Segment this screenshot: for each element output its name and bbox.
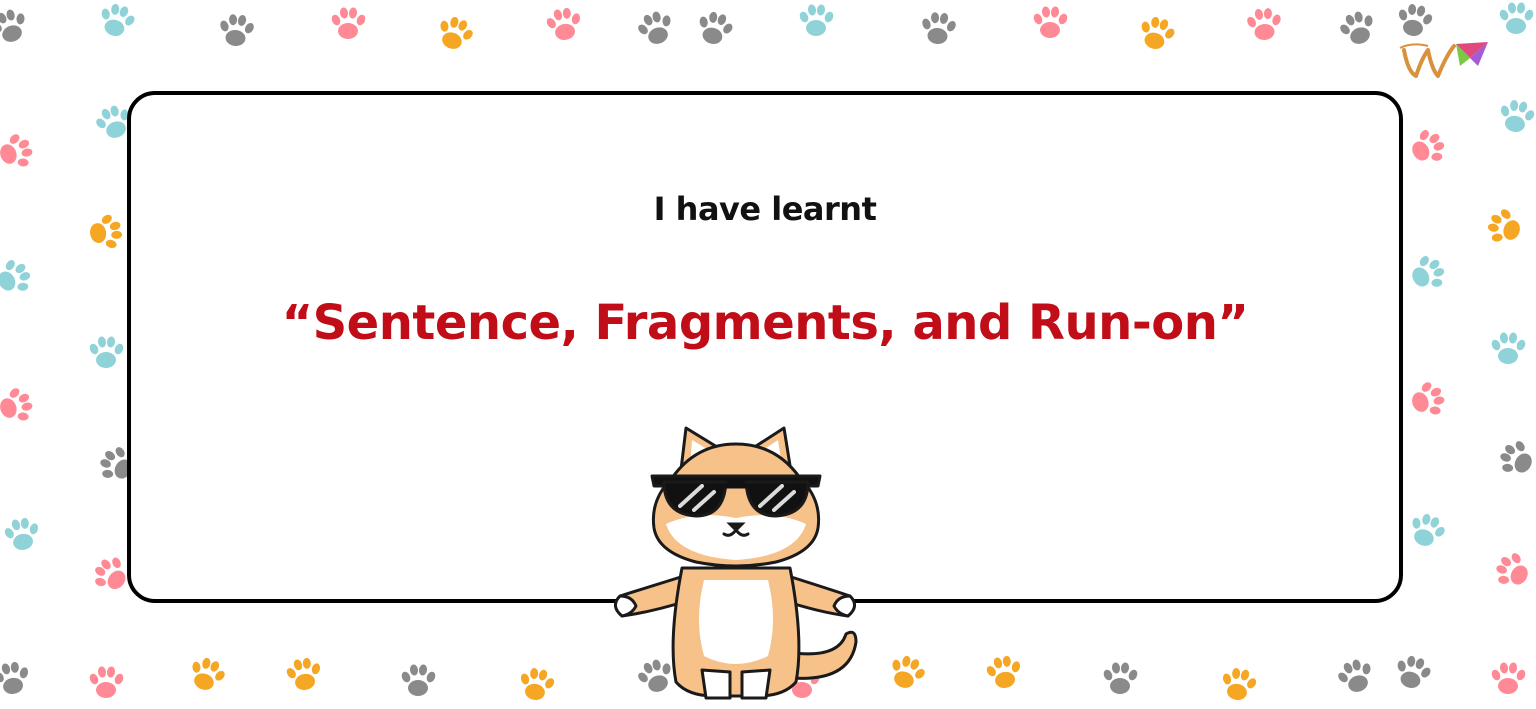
paw-print-icon	[0, 2, 36, 53]
paw-print-icon	[92, 0, 141, 46]
paw-print-icon	[1493, 95, 1536, 141]
paw-print-icon	[1132, 11, 1181, 60]
paw-print-icon	[880, 648, 931, 699]
paw-print-icon	[1491, 433, 1536, 488]
paw-print-icon	[1400, 374, 1451, 425]
paw-print-icon	[1100, 660, 1140, 700]
brand-logo-icon	[1399, 42, 1488, 78]
paw-print-icon	[981, 651, 1027, 697]
paw-print-icon	[1399, 247, 1454, 302]
paw-print-icon	[0, 513, 45, 559]
paw-print-icon	[281, 653, 327, 699]
paw-print-icon	[630, 4, 681, 55]
paw-print-icon	[1030, 4, 1070, 44]
paw-print-icon	[0, 380, 40, 431]
cat-with-sunglasses-icon	[614, 426, 858, 700]
paw-print-icon	[180, 650, 231, 701]
paw-print-icon	[541, 3, 587, 49]
paw-print-icon	[1487, 545, 1536, 600]
paw-print-icon	[0, 251, 39, 306]
paw-print-icon	[1330, 652, 1381, 703]
paw-print-icon	[690, 6, 739, 55]
paw-print-icon	[86, 664, 126, 704]
paw-print-icon	[328, 5, 368, 45]
paw-print-icon	[796, 2, 836, 42]
paw-print-icon	[1388, 650, 1437, 699]
paw-print-icon	[1488, 330, 1528, 370]
paw-print-icon	[1400, 506, 1451, 557]
paw-print-icon	[0, 126, 40, 177]
paw-print-icon	[0, 657, 35, 703]
paw-print-icon	[1242, 4, 1285, 47]
paw-print-icon	[428, 9, 479, 60]
lesson-title: “Sentence, Fragments, and Run-on”	[281, 295, 1249, 351]
paw-print-icon	[1332, 4, 1383, 55]
paw-print-icon	[86, 334, 126, 374]
paw-print-icon	[1399, 121, 1454, 176]
paw-print-icon	[1480, 202, 1531, 253]
paw-print-icon	[1215, 663, 1261, 709]
paw-print-icon	[916, 8, 959, 51]
paw-print-icon	[513, 663, 559, 709]
paw-print-icon	[214, 10, 257, 53]
lesson-subtitle: I have learnt	[653, 190, 877, 228]
paw-print-icon	[1496, 0, 1536, 40]
paw-print-icon	[81, 209, 127, 255]
paw-print-icon	[1488, 660, 1528, 700]
paw-print-icon	[398, 662, 438, 702]
